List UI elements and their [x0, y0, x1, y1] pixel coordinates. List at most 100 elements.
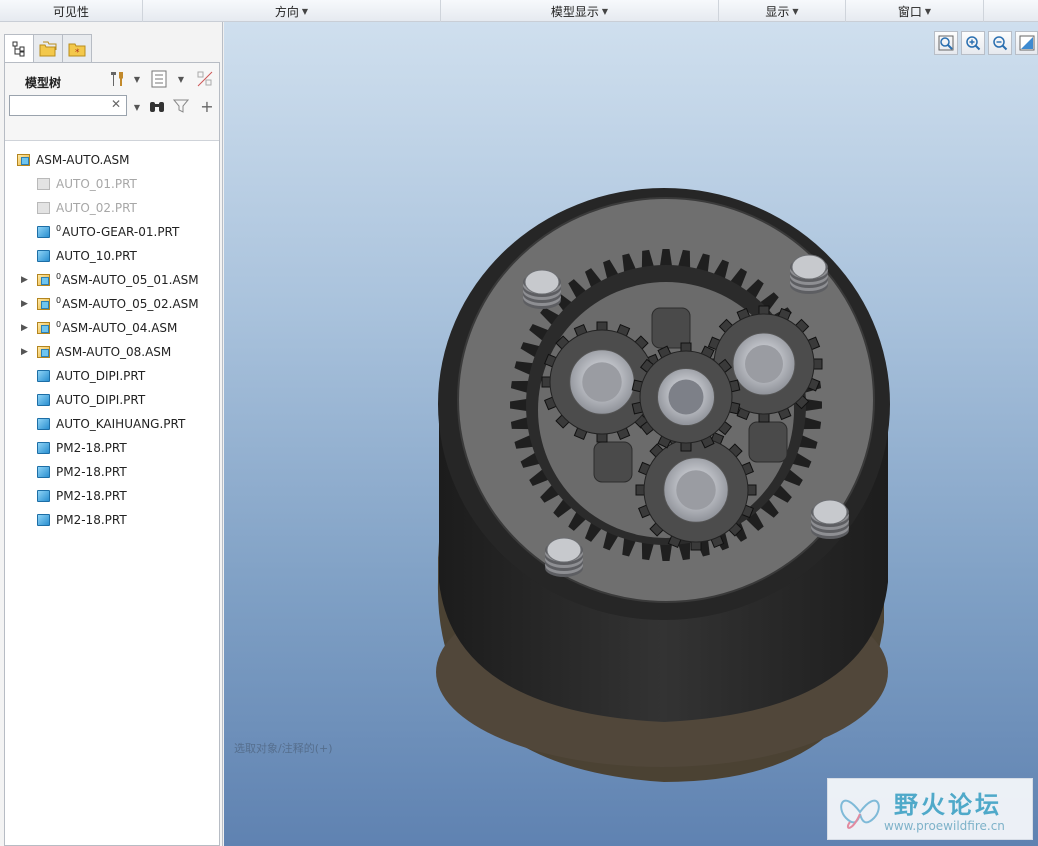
tree-item[interactable]: AUTO_02.PRT [21, 198, 137, 218]
bolt [790, 254, 828, 294]
part-icon [37, 490, 50, 502]
gear-bore [582, 362, 622, 402]
group-window[interactable]: 窗口 ▼ [846, 0, 984, 22]
tree-item-label: AUTO_DIPI.PRT [56, 369, 146, 383]
tab-favorites[interactable]: * [62, 34, 92, 62]
part-icon [37, 466, 50, 478]
tree-search-input[interactable] [9, 95, 127, 116]
part-icon [37, 418, 50, 430]
assembly-icon [37, 346, 50, 358]
group-show-label: 显示 [765, 4, 790, 19]
bolt [811, 499, 849, 539]
clear-search-icon[interactable]: ✕ [111, 97, 121, 111]
tree-filter-off-icon [195, 69, 215, 89]
assembly-icon [37, 322, 50, 334]
gear-bore [745, 345, 783, 383]
tree-item[interactable]: PM2-18.PRT [21, 510, 127, 530]
show-list-icon[interactable] [149, 69, 169, 89]
gear-bore [668, 379, 704, 415]
tree-item-label: PM2-18.PRT [56, 513, 127, 527]
navigator-tabs: * [4, 34, 92, 63]
tree-item-label: PM2-18.PRT [56, 489, 127, 503]
forum-watermark: 野火论坛 www.proewildfire.cn [827, 778, 1033, 840]
status-hint: 选取对象/注释的(+) [234, 742, 333, 755]
watermark-title: 野火论坛 [894, 791, 1002, 819]
tree-item[interactable]: PM2-18.PRT [21, 438, 127, 458]
group-show[interactable]: 显示 ▼ [719, 0, 846, 22]
tree-item[interactable]: PM2-18.PRT [21, 486, 127, 506]
part-icon [37, 514, 50, 526]
status-marker-icon: 0 [56, 319, 62, 329]
tree-item-label: AUTO_DIPI.PRT [56, 393, 146, 407]
assembly-icon [37, 298, 50, 310]
part-icon [37, 226, 50, 238]
navigator-panel: * 模型树 ▼ ▼ ✕ ▼ + ASM-AUTO.ASM AUTO_01.PRT… [0, 22, 223, 846]
assembly-icon [17, 154, 30, 166]
part-icon [37, 202, 50, 214]
tree-item[interactable]: AUTO_DIPI.PRT [21, 390, 145, 410]
tree-item[interactable]: AUTO_10.PRT [21, 246, 137, 266]
chevron-down-icon[interactable]: ▼ [127, 97, 147, 117]
tree-item[interactable]: ▶ 0 ASM-AUTO_04.ASM [21, 318, 177, 338]
tree-item-label: PM2-18.PRT [56, 465, 127, 479]
expand-arrow-icon[interactable]: ▶ [21, 347, 31, 357]
folder-browser-icon [39, 41, 57, 56]
tree-item[interactable]: 0 AUTO-GEAR-01.PRT [21, 222, 179, 242]
chevron-down-icon: ▼ [792, 6, 799, 16]
model-tree-icon [12, 41, 25, 57]
tree-item-label: ASM-AUTO_08.ASM [56, 345, 172, 359]
tree-item[interactable]: AUTO_DIPI.PRT [21, 366, 145, 386]
tree-item-label: ASM-AUTO_05_02.ASM [62, 297, 199, 311]
tree-item-label: AUTO_KAIHUANG.PRT [56, 417, 186, 431]
graphics-viewport[interactable]: 选取对象/注释的(+) 野火论坛 www.proewildfire.cn [224, 22, 1038, 846]
expand-arrow-icon[interactable]: ▶ [21, 275, 31, 285]
group-model-display-label: 模型显示 [550, 4, 599, 19]
part-icon [37, 178, 50, 190]
tree-item[interactable]: AUTO_01.PRT [21, 174, 137, 194]
bolt [523, 269, 561, 309]
gear-bore [676, 470, 716, 510]
favorites-icon: * [68, 43, 86, 57]
part-icon [37, 394, 50, 406]
add-icon[interactable]: + [197, 96, 217, 116]
tree-item-label: ASM-AUTO_05_01.ASM [62, 273, 199, 287]
chevron-down-icon[interactable]: ▼ [127, 69, 147, 89]
chevron-down-icon: ▼ [924, 6, 932, 16]
bolt-head [524, 269, 560, 295]
tab-folder-browser[interactable] [33, 34, 63, 62]
expand-arrow-icon[interactable]: ▶ [21, 299, 31, 309]
watermark-url: www.proewildfire.cn [884, 819, 1005, 833]
expand-arrow-icon[interactable]: ▶ [21, 323, 31, 333]
filter-icon[interactable] [171, 96, 191, 116]
assembly-icon [37, 274, 50, 286]
status-marker-icon: 0 [56, 271, 62, 281]
tree-item[interactable]: ASM-AUTO.ASM [17, 150, 130, 170]
group-visibility[interactable]: 可见性 [0, 0, 143, 22]
tree-item[interactable]: PM2-18.PRT [21, 462, 127, 482]
tree-item[interactable]: ▶ 0 ASM-AUTO_05_01.ASM [21, 270, 199, 290]
part-icon [37, 370, 50, 382]
tree-item-label: PM2-18.PRT [56, 441, 127, 455]
tree-item[interactable]: ▶ ASM-AUTO_08.ASM [21, 342, 171, 362]
group-orientation-label: 方向 [274, 4, 299, 19]
group-model-display[interactable]: 模型显示 ▼ [441, 0, 719, 22]
tab-model-tree[interactable] [4, 34, 34, 63]
planet-gear [635, 429, 757, 551]
group-visibility-label: 可见性 [52, 4, 89, 19]
tree-item[interactable]: AUTO_KAIHUANG.PRT [21, 414, 185, 434]
model-tree-header: 模型树 ▼ ▼ ✕ ▼ + [5, 63, 219, 141]
ribbon-spacer [984, 0, 1038, 22]
settings-tools-icon[interactable] [107, 69, 127, 89]
model-tree-title: 模型树 [25, 76, 62, 90]
tree-item-label: ASM-AUTO_04.ASM [62, 321, 178, 335]
tree-item-label: AUTO_02.PRT [56, 201, 137, 215]
bolt-head [812, 499, 848, 525]
chevron-down-icon[interactable]: ▼ [171, 69, 191, 89]
tree-item-label: AUTO_01.PRT [56, 177, 137, 191]
tree-item[interactable]: ▶ 0 ASM-AUTO_05_02.ASM [21, 294, 199, 314]
status-marker-icon: 0 [56, 223, 62, 233]
part-icon [37, 250, 50, 262]
bolt-head [546, 537, 582, 563]
binoculars-icon[interactable] [147, 96, 167, 116]
group-orientation[interactable]: 方向 ▼ [143, 0, 441, 22]
